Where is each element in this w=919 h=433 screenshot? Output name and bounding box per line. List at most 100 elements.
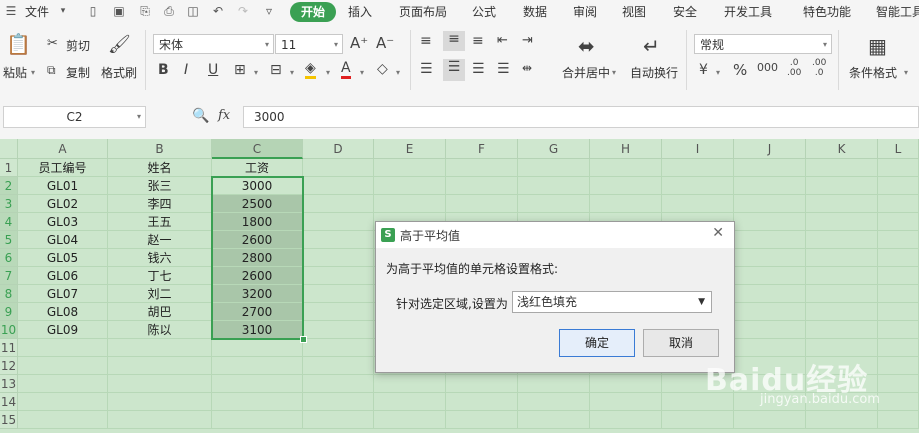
number-format-select[interactable]: 常规 ▾ xyxy=(694,34,832,54)
cell[interactable] xyxy=(878,321,919,339)
column-header[interactable]: B xyxy=(108,139,212,159)
cell[interactable] xyxy=(108,375,212,393)
row-header[interactable]: 2 xyxy=(0,177,18,195)
name-box[interactable]: C2 ▾ xyxy=(3,106,146,128)
column-header[interactable]: F xyxy=(446,139,518,159)
cell[interactable]: 胡巴 xyxy=(108,303,212,321)
align-left-icon[interactable]: ☰ xyxy=(420,61,433,77)
column-header[interactable]: C xyxy=(212,139,303,159)
cell[interactable] xyxy=(374,195,446,213)
cell[interactable] xyxy=(662,159,734,177)
zoom-icon[interactable]: 🔍 xyxy=(192,108,209,124)
chevron-down-icon[interactable]: ▾ xyxy=(326,68,330,77)
export-icon[interactable]: ⎘ xyxy=(138,4,152,18)
decrease-decimal-icon[interactable]: .00.0 xyxy=(812,58,826,78)
cell[interactable] xyxy=(374,375,446,393)
cell[interactable]: GL03 xyxy=(18,213,108,231)
row-header[interactable]: 11 xyxy=(0,339,18,357)
cell[interactable]: 2700 xyxy=(212,303,303,321)
row-header[interactable]: 5 xyxy=(0,231,18,249)
conditional-format-icon[interactable]: ▦ xyxy=(868,34,887,58)
cell[interactable]: 2800 xyxy=(212,249,303,267)
menu-icon[interactable]: ☰ xyxy=(4,4,18,18)
cell[interactable] xyxy=(108,411,212,429)
align-middle-icon[interactable]: ≡ xyxy=(443,31,465,51)
cell[interactable] xyxy=(878,411,919,429)
cell[interactable]: 张三 xyxy=(108,177,212,195)
menu-file[interactable]: 文件 xyxy=(25,0,49,24)
cell[interactable] xyxy=(18,375,108,393)
cell[interactable] xyxy=(662,411,734,429)
copy-button[interactable]: 复制 xyxy=(66,64,90,81)
ok-button[interactable]: 确定 xyxy=(559,329,635,357)
cell[interactable] xyxy=(806,231,878,249)
chevron-down-icon[interactable]: ▾ xyxy=(396,68,400,77)
cell[interactable]: GL09 xyxy=(18,321,108,339)
cell[interactable]: GL04 xyxy=(18,231,108,249)
currency-icon[interactable]: ¥ xyxy=(699,62,708,78)
row-header[interactable]: 15 xyxy=(0,411,18,429)
tab-developer[interactable]: 开发工具 xyxy=(724,0,772,24)
cell[interactable] xyxy=(374,159,446,177)
cell[interactable] xyxy=(303,339,374,357)
tab-formula[interactable]: 公式 xyxy=(472,0,496,24)
new-doc-icon[interactable]: ▯ xyxy=(86,4,100,18)
cell[interactable] xyxy=(374,177,446,195)
font-name-select[interactable]: 宋体 ▾ xyxy=(153,34,274,54)
row-header[interactable]: 1 xyxy=(0,159,18,177)
cell[interactable] xyxy=(878,375,919,393)
cell[interactable] xyxy=(212,393,303,411)
tab-review[interactable]: 审阅 xyxy=(573,0,597,24)
cell[interactable]: 丁七 xyxy=(108,267,212,285)
cell[interactable] xyxy=(212,411,303,429)
paste-icon[interactable]: 📋 xyxy=(6,32,31,56)
cell[interactable]: 钱六 xyxy=(108,249,212,267)
percent-button[interactable]: % xyxy=(733,61,747,79)
increase-font-icon[interactable]: A⁺ xyxy=(350,34,368,52)
align-right-icon[interactable]: ☰ xyxy=(472,61,485,77)
chevron-down-icon[interactable]: ▾ xyxy=(612,68,616,77)
align-center-icon[interactable]: ☰ xyxy=(443,59,465,81)
cell[interactable] xyxy=(806,213,878,231)
cell[interactable] xyxy=(518,393,590,411)
column-header[interactable]: D xyxy=(303,139,374,159)
cell[interactable] xyxy=(734,213,806,231)
format-painter-icon[interactable]: 🖌 xyxy=(108,34,131,55)
decrease-font-icon[interactable]: A⁻ xyxy=(376,34,394,52)
align-bottom-icon[interactable]: ≡ xyxy=(472,33,484,49)
cell[interactable]: 2500 xyxy=(212,195,303,213)
cell[interactable] xyxy=(806,195,878,213)
merge-center-icon[interactable]: ⬌ xyxy=(578,34,595,58)
cell[interactable] xyxy=(18,393,108,411)
cell[interactable]: GL06 xyxy=(18,267,108,285)
cell[interactable] xyxy=(303,393,374,411)
increase-decimal-icon[interactable]: .0.00 xyxy=(787,58,801,78)
row-header[interactable]: 14 xyxy=(0,393,18,411)
cell[interactable] xyxy=(590,393,662,411)
tab-page-layout[interactable]: 页面布局 xyxy=(399,0,447,24)
cell[interactable] xyxy=(662,195,734,213)
cell[interactable]: GL08 xyxy=(18,303,108,321)
fill-handle[interactable] xyxy=(300,336,307,343)
undo-icon[interactable]: ↶ xyxy=(211,4,225,18)
more-icon[interactable]: ▿ xyxy=(262,4,276,18)
border-icon[interactable]: ⊞ xyxy=(234,62,246,78)
fill-color-icon[interactable]: ◈ xyxy=(305,60,316,79)
cell[interactable] xyxy=(590,177,662,195)
column-header[interactable]: H xyxy=(590,139,662,159)
chevron-down-icon[interactable]: ▾ xyxy=(360,68,364,77)
row-header[interactable]: 7 xyxy=(0,267,18,285)
cell[interactable]: 姓名 xyxy=(108,159,212,177)
cell[interactable]: 3000 xyxy=(212,177,303,195)
distributed-icon[interactable]: ⇹ xyxy=(522,61,532,75)
cell[interactable] xyxy=(303,357,374,375)
cell[interactable] xyxy=(734,267,806,285)
cell[interactable]: 3100 xyxy=(212,321,303,339)
cell[interactable] xyxy=(303,249,374,267)
cell[interactable] xyxy=(18,411,108,429)
cell[interactable] xyxy=(212,339,303,357)
italic-icon[interactable]: I xyxy=(184,62,188,78)
eraser-icon[interactable]: ◇ xyxy=(377,61,388,77)
cell[interactable] xyxy=(518,177,590,195)
cell[interactable] xyxy=(878,249,919,267)
